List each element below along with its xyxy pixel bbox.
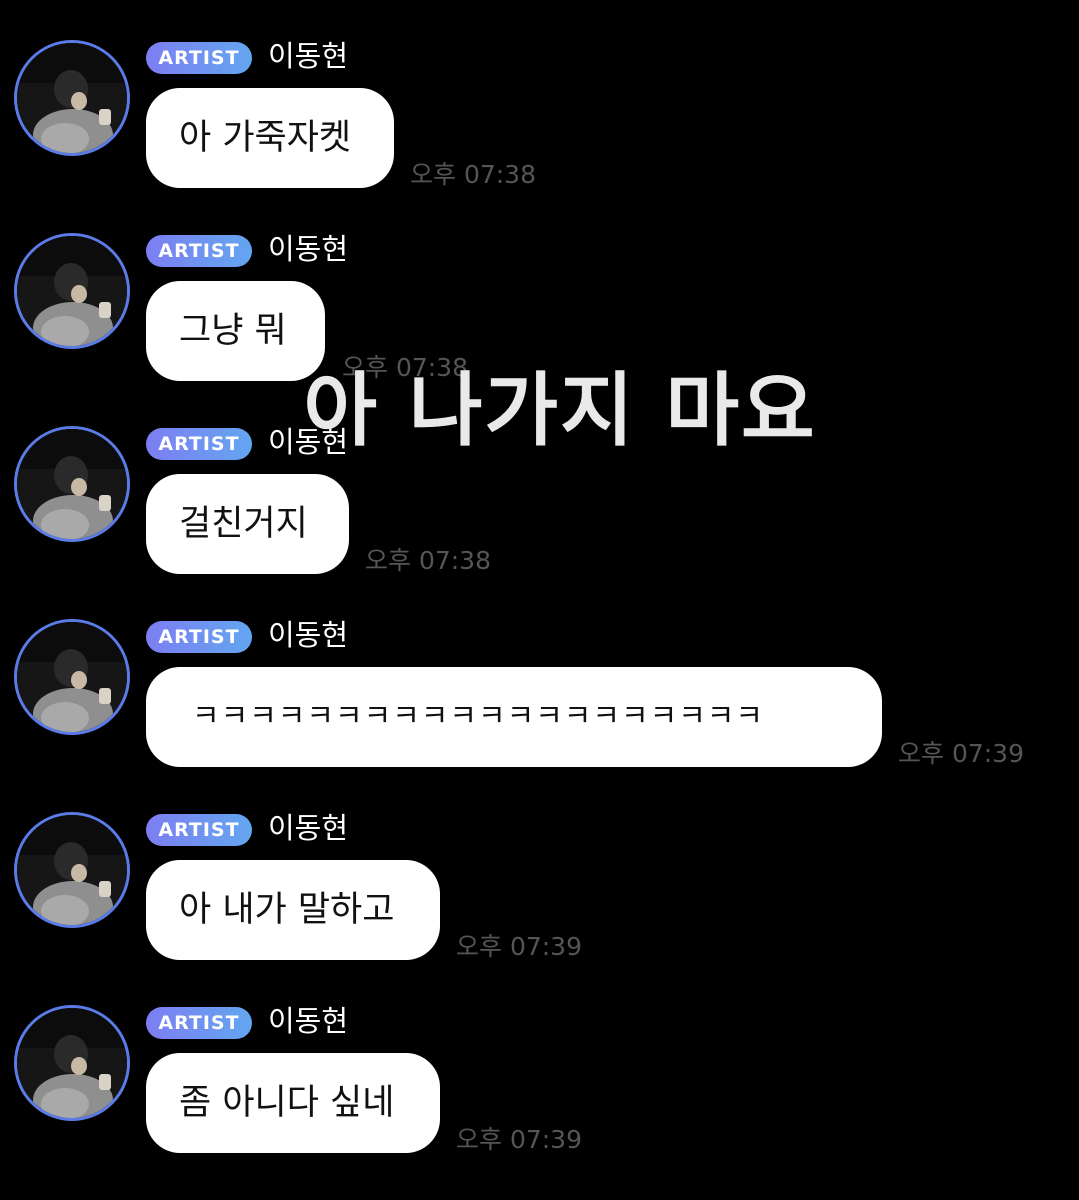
overlay-caption: 아 나가지 마요 bbox=[303, 364, 817, 457]
avatar[interactable] bbox=[14, 1005, 130, 1121]
message-bubble[interactable]: 걸친거지 bbox=[146, 474, 349, 574]
sender-name: 이동현 bbox=[268, 232, 349, 266]
sender-name: 이동현 bbox=[268, 39, 349, 73]
artist-badge: ARTIST bbox=[146, 42, 252, 74]
message-bubble[interactable]: 좀 아니다 싶네 bbox=[146, 1053, 440, 1153]
message-time: 오후 07:38 bbox=[365, 546, 491, 575]
message-bubble[interactable]: ㅋㅋㅋㅋㅋㅋㅋㅋㅋㅋㅋㅋㅋㅋㅋㅋㅋㅋㅋㅋ bbox=[146, 667, 882, 767]
avatar[interactable] bbox=[14, 40, 130, 156]
chat-message: ARTIST 이동현 ㅋㅋㅋㅋㅋㅋㅋㅋㅋㅋㅋㅋㅋㅋㅋㅋㅋㅋㅋㅋ 오후 07:39 bbox=[0, 579, 1079, 772]
artist-badge: ARTIST bbox=[146, 621, 252, 653]
sender-name: 이동현 bbox=[268, 618, 349, 652]
artist-badge: ARTIST bbox=[146, 1007, 252, 1039]
sender-name: 이동현 bbox=[268, 811, 349, 845]
avatar[interactable] bbox=[14, 812, 130, 928]
chat-message: ARTIST 이동현 좀 아니다 싶네 오후 07:39 bbox=[0, 965, 1079, 1158]
avatar[interactable] bbox=[14, 619, 130, 735]
artist-badge: ARTIST bbox=[146, 814, 252, 846]
message-time: 오후 07:39 bbox=[898, 739, 1024, 768]
chat-message: ARTIST 이동현 아 내가 말하고 오후 07:39 bbox=[0, 772, 1079, 965]
message-bubble[interactable]: 아 내가 말하고 bbox=[146, 860, 440, 960]
artist-badge: ARTIST bbox=[146, 235, 252, 267]
message-bubble[interactable]: 아 가죽자켓 bbox=[146, 88, 394, 188]
message-time: 오후 07:39 bbox=[456, 932, 582, 961]
avatar[interactable] bbox=[14, 233, 130, 349]
message-time: 오후 07:38 bbox=[410, 160, 536, 189]
sender-name: 이동현 bbox=[268, 1004, 349, 1038]
chat-message: ARTIST 이동현 아 가죽자켓 오후 07:38 bbox=[0, 0, 1079, 193]
message-time: 오후 07:39 bbox=[456, 1125, 582, 1154]
